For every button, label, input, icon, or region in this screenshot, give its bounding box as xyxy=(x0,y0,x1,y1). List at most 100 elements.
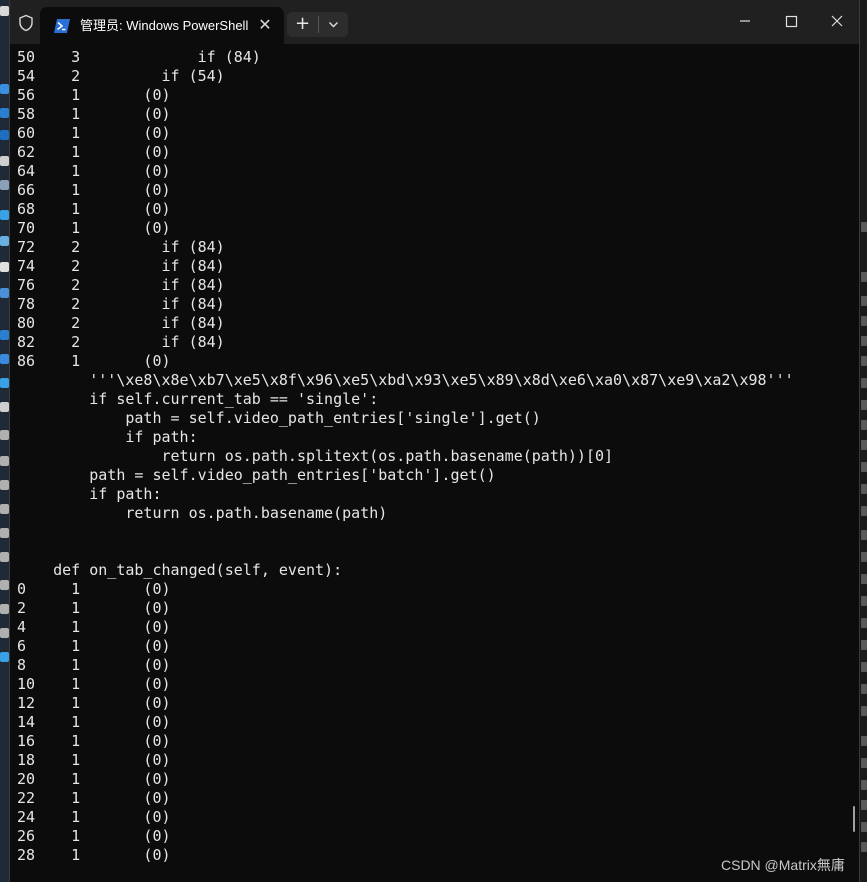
terminal-line: 74 2 if (84) xyxy=(17,257,225,275)
text-sliver xyxy=(861,420,867,430)
terminal-line: 82 2 if (84) xyxy=(17,333,225,351)
vertical-scrollbar[interactable] xyxy=(853,806,855,832)
title-bar[interactable]: 管理员: Windows PowerShell ✕ + xyxy=(10,0,859,44)
terminal-line: 58 1 (0) xyxy=(17,105,171,123)
terminal-line: '''\xe8\x8e\xb7\xe5\x8f\x96\xe5\xbd\x93\… xyxy=(17,371,794,389)
terminal-line: 66 1 (0) xyxy=(17,181,171,199)
terminal-line: 0 1 (0) xyxy=(17,580,171,598)
desktop-icon-sliver xyxy=(0,210,9,220)
text-sliver xyxy=(861,684,867,694)
text-sliver xyxy=(861,530,867,540)
terminal-line: 2 1 (0) xyxy=(17,599,171,617)
desktop-icon-sliver xyxy=(0,402,9,412)
desktop-icon-sliver xyxy=(0,6,9,16)
text-sliver xyxy=(861,400,867,410)
desktop-icon-sliver xyxy=(0,652,9,662)
desktop-icon-sliver xyxy=(0,262,9,272)
tab-powershell[interactable]: 管理员: Windows PowerShell ✕ xyxy=(40,7,284,44)
close-icon xyxy=(831,15,843,27)
text-sliver xyxy=(861,758,867,768)
terminal-line: 80 2 if (84) xyxy=(17,314,225,332)
watermark: CSDN @Matrix無庸 xyxy=(721,857,845,873)
terminal-output[interactable]: 50 3 if (84) 54 2 if (54) 56 1 (0) 58 1 … xyxy=(17,48,847,878)
background-window-edge xyxy=(859,0,867,882)
text-sliver xyxy=(861,618,867,628)
terminal-line: 70 1 (0) xyxy=(17,219,171,237)
text-sliver xyxy=(861,272,867,282)
desktop-icon-sliver xyxy=(0,108,9,118)
terminal-line: 20 1 (0) xyxy=(17,770,171,788)
terminal-line: 54 2 if (54) xyxy=(17,67,225,85)
desktop-icon-sliver xyxy=(0,288,9,298)
terminal-window: 管理员: Windows PowerShell ✕ + 50 3 if (84)… xyxy=(9,0,860,882)
new-tab-group: + xyxy=(287,12,348,37)
chevron-down-icon xyxy=(329,22,338,28)
terminal-line: 86 1 (0) xyxy=(17,352,171,370)
terminal-line: 76 2 if (84) xyxy=(17,276,225,294)
terminal-line: 18 1 (0) xyxy=(17,751,171,769)
text-sliver xyxy=(861,440,867,450)
text-sliver xyxy=(861,640,867,650)
desktop-icon-sliver xyxy=(0,580,9,590)
text-sliver xyxy=(861,316,867,326)
terminal-line: 78 2 if (84) xyxy=(17,295,225,313)
terminal-line: 28 1 (0) xyxy=(17,846,171,864)
desktop-icon-sliver xyxy=(0,528,9,538)
terminal-line: if path: xyxy=(17,428,198,446)
text-sliver xyxy=(861,462,867,472)
text-sliver xyxy=(861,822,867,832)
maximize-icon xyxy=(785,15,798,28)
terminal-line: return os.path.splitext(os.path.basename… xyxy=(17,447,614,465)
maximize-button[interactable] xyxy=(769,6,813,36)
terminal-line: 68 1 (0) xyxy=(17,200,171,218)
desktop-icon-sliver xyxy=(0,330,9,340)
desktop-icon-sliver xyxy=(0,378,9,388)
tab-title: 管理员: Windows PowerShell xyxy=(80,18,249,33)
terminal-line: 72 2 if (84) xyxy=(17,238,225,256)
text-sliver xyxy=(861,506,867,516)
desktop-left-edge xyxy=(0,0,9,882)
desktop-icon-sliver xyxy=(0,430,9,440)
tab-close-button[interactable]: ✕ xyxy=(256,16,274,34)
text-sliver xyxy=(861,552,867,562)
desktop-icon-sliver xyxy=(0,456,9,466)
terminal-line: 10 1 (0) xyxy=(17,675,171,693)
text-sliver xyxy=(861,222,867,232)
text-sliver xyxy=(861,296,867,306)
desktop-icon-sliver xyxy=(0,552,9,562)
text-sliver xyxy=(861,596,867,606)
text-sliver xyxy=(861,484,867,494)
text-sliver xyxy=(861,780,867,790)
desktop-icon-sliver xyxy=(0,628,9,638)
text-sliver xyxy=(861,662,867,672)
terminal-line: 22 1 (0) xyxy=(17,789,171,807)
text-sliver xyxy=(861,842,867,852)
minimize-button[interactable] xyxy=(723,6,767,36)
close-window-button[interactable] xyxy=(815,6,859,36)
terminal-line: if self.current_tab == 'single': xyxy=(17,390,379,408)
terminal-line: path = self.video_path_entries['batch'].… xyxy=(17,466,496,484)
tab-dropdown-button[interactable] xyxy=(319,12,348,37)
text-sliver xyxy=(861,736,867,746)
terminal-line: path = self.video_path_entries['single']… xyxy=(17,409,541,427)
text-sliver xyxy=(861,800,867,810)
minimize-icon xyxy=(740,20,750,22)
terminal-line: 50 3 if (84) xyxy=(17,48,261,66)
terminal-line: 64 1 (0) xyxy=(17,162,171,180)
powershell-icon xyxy=(54,18,70,33)
terminal-line: 56 1 (0) xyxy=(17,86,171,104)
terminal-line: 4 1 (0) xyxy=(17,618,171,636)
new-tab-button[interactable]: + xyxy=(287,12,318,37)
text-sliver xyxy=(861,574,867,584)
desktop-icon-sliver xyxy=(0,504,9,514)
desktop-icon-sliver xyxy=(0,156,9,166)
terminal-line: if path: xyxy=(17,485,162,503)
terminal-line: 24 1 (0) xyxy=(17,808,171,826)
text-sliver xyxy=(861,378,867,388)
terminal-line: 14 1 (0) xyxy=(17,713,171,731)
shield-icon xyxy=(17,14,35,32)
desktop-icon-sliver xyxy=(0,354,9,364)
terminal-line: return os.path.basename(path) xyxy=(17,504,388,522)
terminal-line: 26 1 (0) xyxy=(17,827,171,845)
desktop-icon-sliver xyxy=(0,84,9,94)
